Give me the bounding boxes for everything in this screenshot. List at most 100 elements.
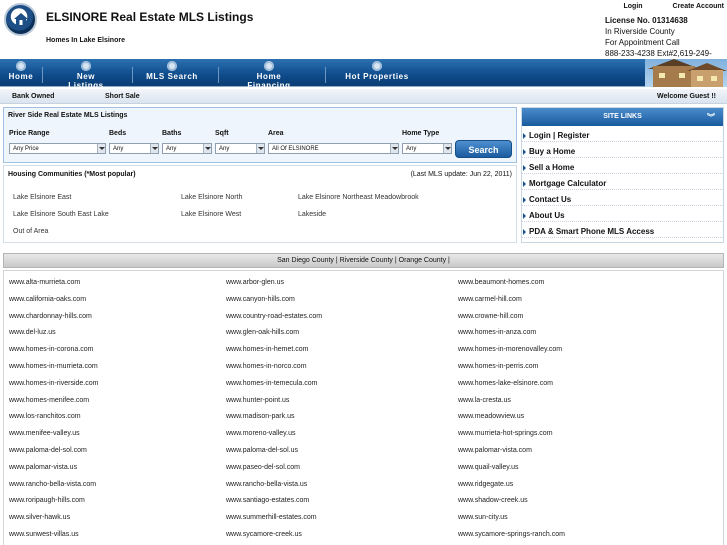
- home-icon: [16, 61, 26, 71]
- chevron-down-icon: [97, 144, 105, 153]
- site-link[interactable]: www.canyon-hills.com: [226, 296, 295, 303]
- search-button[interactable]: Search: [455, 140, 512, 158]
- site-link[interactable]: www.homes-in-murrieta.com: [9, 363, 98, 370]
- site-link[interactable]: www.homes-menifee.com: [9, 397, 89, 404]
- site-link[interactable]: www.homes-in-hemet.com: [226, 346, 308, 353]
- site-link[interactable]: www.palomar-vista.us: [9, 464, 77, 471]
- login-register-link[interactable]: Login | Register: [522, 126, 723, 142]
- site-link[interactable]: www.los-ranchitos.com: [9, 413, 81, 420]
- site-link[interactable]: www.sycamore-creek.us: [226, 531, 302, 538]
- site-link[interactable]: www.la-cresta.us: [458, 397, 511, 404]
- site-link[interactable]: www.crowne-hill.com: [458, 313, 523, 320]
- housing-communities: Housing Communities (*Most popular) (Las…: [3, 165, 517, 243]
- site-link[interactable]: www.paseo-del-sol.com: [226, 464, 300, 471]
- site-link[interactable]: www.arbor-glen.us: [226, 279, 284, 286]
- site-link[interactable]: www.homes-in-perris.com: [458, 363, 539, 370]
- chevron-down-icon: [203, 144, 211, 153]
- community-link[interactable]: Lake Elsinore Northeast Meadowbrook: [298, 194, 419, 201]
- site-link[interactable]: www.ridgegate.us: [458, 481, 513, 488]
- nav-home-financing[interactable]: Home Financing: [234, 59, 304, 90]
- site-link[interactable]: www.santiago-estates.com: [226, 497, 309, 504]
- site-link[interactable]: www.quail-valley.us: [458, 464, 519, 471]
- site-link[interactable]: www.del-luz.us: [9, 329, 56, 336]
- create-account-link[interactable]: Create Account: [673, 3, 724, 10]
- double-chevron-down-icon[interactable]: ︾: [707, 109, 715, 127]
- site-link[interactable]: www.shadow-creek.us: [458, 497, 528, 504]
- site-link[interactable]: www.glen-oak-hills.com: [226, 329, 299, 336]
- house-logo-icon[interactable]: [4, 3, 37, 36]
- login-link[interactable]: Login: [624, 3, 643, 10]
- community-link[interactable]: Lake Elsinore North: [181, 194, 242, 201]
- community-link[interactable]: Lake Elsinore West: [181, 211, 241, 218]
- hot-icon: [372, 61, 382, 71]
- baths-label: Baths: [162, 130, 182, 137]
- sub-nav: Bank Owned Short Sale Welcome Guest !!: [0, 89, 727, 104]
- community-link[interactable]: Out of Area: [13, 228, 48, 235]
- appointment-text: For Appointment Call: [605, 38, 680, 47]
- site-link[interactable]: www.meadowview.us: [458, 413, 524, 420]
- link-directory: www.alta-murrieta.com www.arbor-glen.us ww…: [3, 270, 724, 545]
- site-link[interactable]: www.summerhill-estates.com: [226, 514, 317, 521]
- site-link[interactable]: www.moreno-valley.us: [226, 430, 296, 437]
- site-link[interactable]: www.rancho-bella-vista.us: [226, 481, 307, 488]
- community-link[interactable]: Lake Elsinore South East Lake: [13, 211, 109, 218]
- community-link[interactable]: Lake Elsinore East: [13, 194, 71, 201]
- baths-select[interactable]: Any: [162, 143, 212, 154]
- nav-mls-search[interactable]: MLS Search: [146, 59, 198, 87]
- nav-home[interactable]: Home: [6, 59, 36, 87]
- chevron-down-icon: [443, 144, 451, 153]
- site-link[interactable]: www.homes-in-corona.com: [9, 346, 93, 353]
- site-link[interactable]: www.sun-city.us: [458, 514, 508, 521]
- site-link[interactable]: www.homes-in-temecula.com: [226, 380, 317, 387]
- sqft-select[interactable]: Any: [215, 143, 265, 154]
- beds-select[interactable]: Any: [109, 143, 159, 154]
- financing-icon: [264, 61, 274, 71]
- site-link[interactable]: www.menifee-valley.us: [9, 430, 80, 437]
- home-type-select[interactable]: Any: [402, 143, 452, 154]
- nav-new-listings[interactable]: New Listings: [58, 59, 114, 90]
- site-header: ELSINORE Real Estate MLS Listings Homes …: [0, 0, 727, 69]
- site-link[interactable]: www.sunwest-villas.us: [9, 531, 79, 538]
- site-link[interactable]: www.rancho-bella-vista.com: [9, 481, 96, 488]
- site-link[interactable]: www.country-road-estates.com: [226, 313, 322, 320]
- site-brand[interactable]: ELSINORE Real Estate MLS Listings: [46, 10, 253, 24]
- site-link[interactable]: www.beaumont-homes.com: [458, 279, 544, 286]
- short-sale-link[interactable]: Short Sale: [105, 93, 140, 100]
- site-link[interactable]: www.silver-hawk.us: [9, 514, 70, 521]
- community-link[interactable]: Lakeside: [298, 211, 326, 218]
- home-type-label: Home Type: [402, 130, 440, 137]
- site-link[interactable]: www.murrieta-hot-springs.com: [458, 430, 553, 437]
- site-link[interactable]: www.homes-in-morenovalley.com: [458, 346, 562, 353]
- site-link[interactable]: www.palomar-vista.com: [458, 447, 532, 454]
- mls-search-panel: River Side Real Estate MLS Listings Pric…: [3, 107, 517, 163]
- buy-home-link[interactable]: Buy a Home: [522, 142, 723, 158]
- site-link[interactable]: www.roripaugh-hills.com: [9, 497, 85, 504]
- nav-hot-properties[interactable]: Hot Properties: [344, 59, 410, 87]
- site-link[interactable]: www.homes-in-riverside.com: [9, 380, 98, 387]
- site-link[interactable]: www.alta-murrieta.com: [9, 279, 80, 286]
- sell-home-link[interactable]: Sell a Home: [522, 158, 723, 174]
- license-number: License No. 01314638: [605, 16, 688, 25]
- about-us-link[interactable]: About Us: [522, 206, 723, 222]
- site-link[interactable]: www.chardonnay-hills.com: [9, 313, 92, 320]
- price-label: Price Range: [9, 130, 50, 137]
- site-link[interactable]: www.homes-lake-elsinore.com: [458, 380, 553, 387]
- site-link[interactable]: www.homes-in-anza.com: [458, 329, 536, 336]
- area-select[interactable]: All Of ELSINORE: [268, 143, 399, 154]
- price-select[interactable]: Any Price: [9, 143, 106, 154]
- bank-owned-link[interactable]: Bank Owned: [12, 93, 54, 100]
- site-link[interactable]: www.sycamore-springs-ranch.com: [458, 531, 565, 538]
- site-tagline: Homes In Lake Elsinore: [46, 37, 125, 44]
- mortgage-calculator-link[interactable]: Mortgage Calculator: [522, 174, 723, 190]
- county-bar[interactable]: San Diego County | Riverside County | Or…: [3, 253, 724, 268]
- site-links-header: SITE LINKS ︾: [522, 108, 723, 126]
- site-link[interactable]: www.homes-in-norco.com: [226, 363, 307, 370]
- site-link[interactable]: www.madison-park.us: [226, 413, 294, 420]
- site-link[interactable]: www.paloma-del-sol.com: [9, 447, 87, 454]
- site-link[interactable]: www.hunter-point.us: [226, 397, 289, 404]
- site-link[interactable]: www.california-oaks.com: [9, 296, 86, 303]
- site-link[interactable]: www.paloma-del-sol.us: [226, 447, 298, 454]
- contact-us-link[interactable]: Contact Us: [522, 190, 723, 206]
- site-link[interactable]: www.carmel-hill.com: [458, 296, 522, 303]
- pda-mls-access-link[interactable]: PDA & Smart Phone MLS Access: [522, 222, 723, 238]
